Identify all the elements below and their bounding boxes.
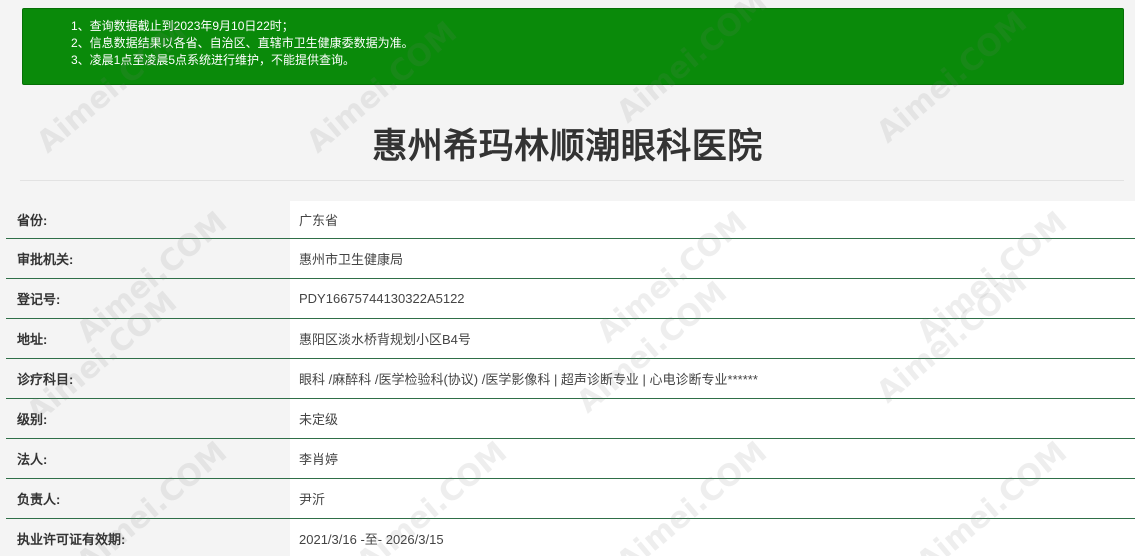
detail-row-legal-person: 法人: 李肖婷 xyxy=(6,439,1135,479)
detail-value: PDY16675744130322A5122 xyxy=(290,279,1135,318)
detail-label: 法人: xyxy=(6,439,290,478)
detail-value: 惠阳区淡水桥背规划小区B4号 xyxy=(290,319,1135,358)
detail-value: 2021/3/16 -至- 2026/3/15 xyxy=(290,519,1135,556)
detail-label: 执业许可证有效期: xyxy=(6,519,290,556)
detail-value: 广东省 xyxy=(290,201,1135,238)
detail-label: 地址: xyxy=(6,319,290,358)
detail-label: 省份: xyxy=(6,201,290,238)
details-table: 省份: 广东省 审批机关: 惠州市卫生健康局 登记号: PDY166757441… xyxy=(6,201,1135,556)
detail-row-departments: 诊疗科目: 眼科 /麻醉科 /医学检验科(协议) /医学影像科 | 超声诊断专业… xyxy=(6,359,1135,399)
detail-row-approval-authority: 审批机关: 惠州市卫生健康局 xyxy=(6,239,1135,279)
notice-banner: 1、查询数据截止到2023年9月10日22时； 2、信息数据结果以各省、自治区、… xyxy=(22,8,1124,85)
detail-row-registration-number: 登记号: PDY16675744130322A5122 xyxy=(6,279,1135,319)
detail-row-license-validity: 执业许可证有效期: 2021/3/16 -至- 2026/3/15 xyxy=(6,519,1135,556)
detail-label: 级别: xyxy=(6,399,290,438)
detail-row-person-in-charge: 负责人: 尹沂 xyxy=(6,479,1135,519)
detail-value: 眼科 /麻醉科 /医学检验科(协议) /医学影像科 | 超声诊断专业 | 心电诊… xyxy=(290,359,1135,398)
notice-line-3: 3、凌晨1点至凌晨5点系统进行维护，不能提供查询。 xyxy=(71,53,356,67)
detail-label: 诊疗科目: xyxy=(6,359,290,398)
hospital-name-title: 惠州希玛林顺潮眼科医院 xyxy=(372,127,763,167)
detail-value: 未定级 xyxy=(290,399,1135,438)
title-divider xyxy=(20,180,1124,181)
detail-row-province: 省份: 广东省 xyxy=(6,201,1135,239)
detail-row-address: 地址: 惠阳区淡水桥背规划小区B4号 xyxy=(6,319,1135,359)
detail-value: 李肖婷 xyxy=(290,439,1135,478)
notice-line-2: 2、信息数据结果以各省、自治区、直辖市卫生健康委数据为准。 xyxy=(71,36,414,50)
detail-label: 负责人: xyxy=(6,479,290,518)
notice-line-1: 1、查询数据截止到2023年9月10日22时； xyxy=(71,19,294,33)
detail-value: 尹沂 xyxy=(290,479,1135,518)
detail-label: 审批机关: xyxy=(6,239,290,278)
detail-label: 登记号: xyxy=(6,279,290,318)
detail-value: 惠州市卫生健康局 xyxy=(290,239,1135,278)
detail-row-level: 级别: 未定级 xyxy=(6,399,1135,439)
